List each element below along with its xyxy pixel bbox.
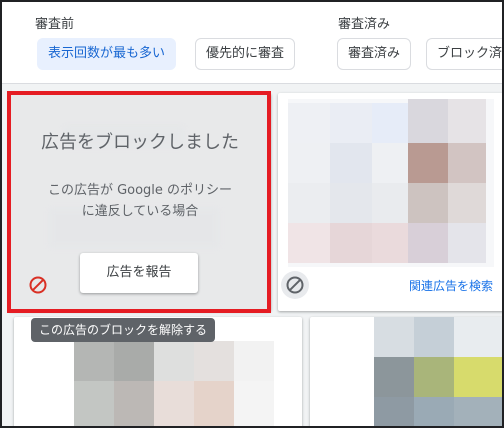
ad-image-pixel bbox=[330, 103, 372, 143]
blocked-description-line1: この広告が Google のポリシー bbox=[47, 183, 233, 198]
ad-image-pixel bbox=[288, 223, 330, 263]
ad-image-pixel bbox=[374, 357, 414, 397]
related-ads-link[interactable]: 関連広告を検索 bbox=[409, 277, 493, 294]
ad-image-pixel bbox=[448, 99, 486, 143]
ad-image-pixel bbox=[448, 223, 486, 263]
ad-image-pixel bbox=[408, 183, 448, 223]
ad-image-pixel bbox=[234, 341, 274, 381]
ad-image-pixel bbox=[374, 317, 414, 357]
unblock-button[interactable] bbox=[24, 271, 52, 299]
ad-image-pixel bbox=[114, 341, 154, 381]
ad-image-pixel bbox=[414, 397, 454, 428]
ad-image-pixel bbox=[194, 341, 234, 381]
ad-image-pixel bbox=[330, 223, 372, 263]
ad-image-pixel bbox=[372, 143, 408, 183]
filter-bar: 審査前 審査済み 表示回数が最も多い 優先的に審査 審査済み ブロック済 bbox=[2, 2, 504, 84]
ad-image-pixel bbox=[408, 143, 448, 183]
chip-priority-review[interactable]: 優先的に審査 bbox=[195, 38, 296, 70]
ad-image-pixel bbox=[288, 143, 330, 183]
ad-image-pixel bbox=[448, 183, 486, 223]
chip-blocked[interactable]: ブロック済 bbox=[426, 38, 504, 70]
block-icon bbox=[29, 276, 47, 294]
pending-group-label: 審査前 bbox=[35, 17, 75, 32]
ad-image-pixel bbox=[408, 99, 448, 143]
ad-image-pixel bbox=[288, 103, 330, 143]
ad-image-pixel bbox=[454, 317, 504, 357]
ad-image-pixel bbox=[448, 143, 486, 183]
ad-image-pixel bbox=[414, 357, 454, 397]
ad-image-pixel bbox=[74, 381, 114, 428]
report-ad-button[interactable]: 広告を報告 bbox=[80, 253, 198, 293]
chip-reviewed[interactable]: 審査済み bbox=[337, 38, 412, 70]
ad-image-pixel bbox=[372, 183, 408, 223]
ad-image-pixel bbox=[330, 183, 372, 223]
ad-image-pixel bbox=[154, 341, 194, 381]
ad-image-pixel bbox=[372, 223, 408, 263]
ad-image-pixel bbox=[372, 103, 408, 143]
ad-image-pixel bbox=[74, 341, 114, 381]
ad-image-pixel bbox=[234, 381, 274, 428]
ad-image-pixel bbox=[288, 183, 330, 223]
unblock-tooltip: この広告のブロックを解除する bbox=[31, 318, 216, 342]
ad-image-pixel bbox=[154, 381, 194, 428]
ad-card[interactable] bbox=[310, 317, 504, 428]
ad-image-pixel bbox=[454, 397, 504, 428]
chip-most-shown[interactable]: 表示回数が最も多い bbox=[37, 38, 177, 70]
blocked-title: 広告をブロックしました bbox=[41, 132, 239, 153]
ad-image-pixel bbox=[454, 357, 504, 397]
ad-image-pixel bbox=[114, 381, 154, 428]
reviewed-group-label: 審査済み bbox=[338, 17, 391, 32]
block-icon bbox=[286, 276, 304, 294]
blocked-description: この広告が Google のポリシー に違反している場合 bbox=[29, 180, 251, 222]
block-ad-button[interactable] bbox=[281, 271, 309, 299]
ad-image-pixel bbox=[374, 397, 414, 428]
ad-image-pixel bbox=[408, 223, 448, 263]
ad-image-pixel bbox=[194, 381, 234, 428]
blocked-description-line2: に違反している場合 bbox=[81, 204, 199, 219]
ad-image-pixel bbox=[330, 143, 372, 183]
ad-image-pixel bbox=[414, 317, 454, 357]
